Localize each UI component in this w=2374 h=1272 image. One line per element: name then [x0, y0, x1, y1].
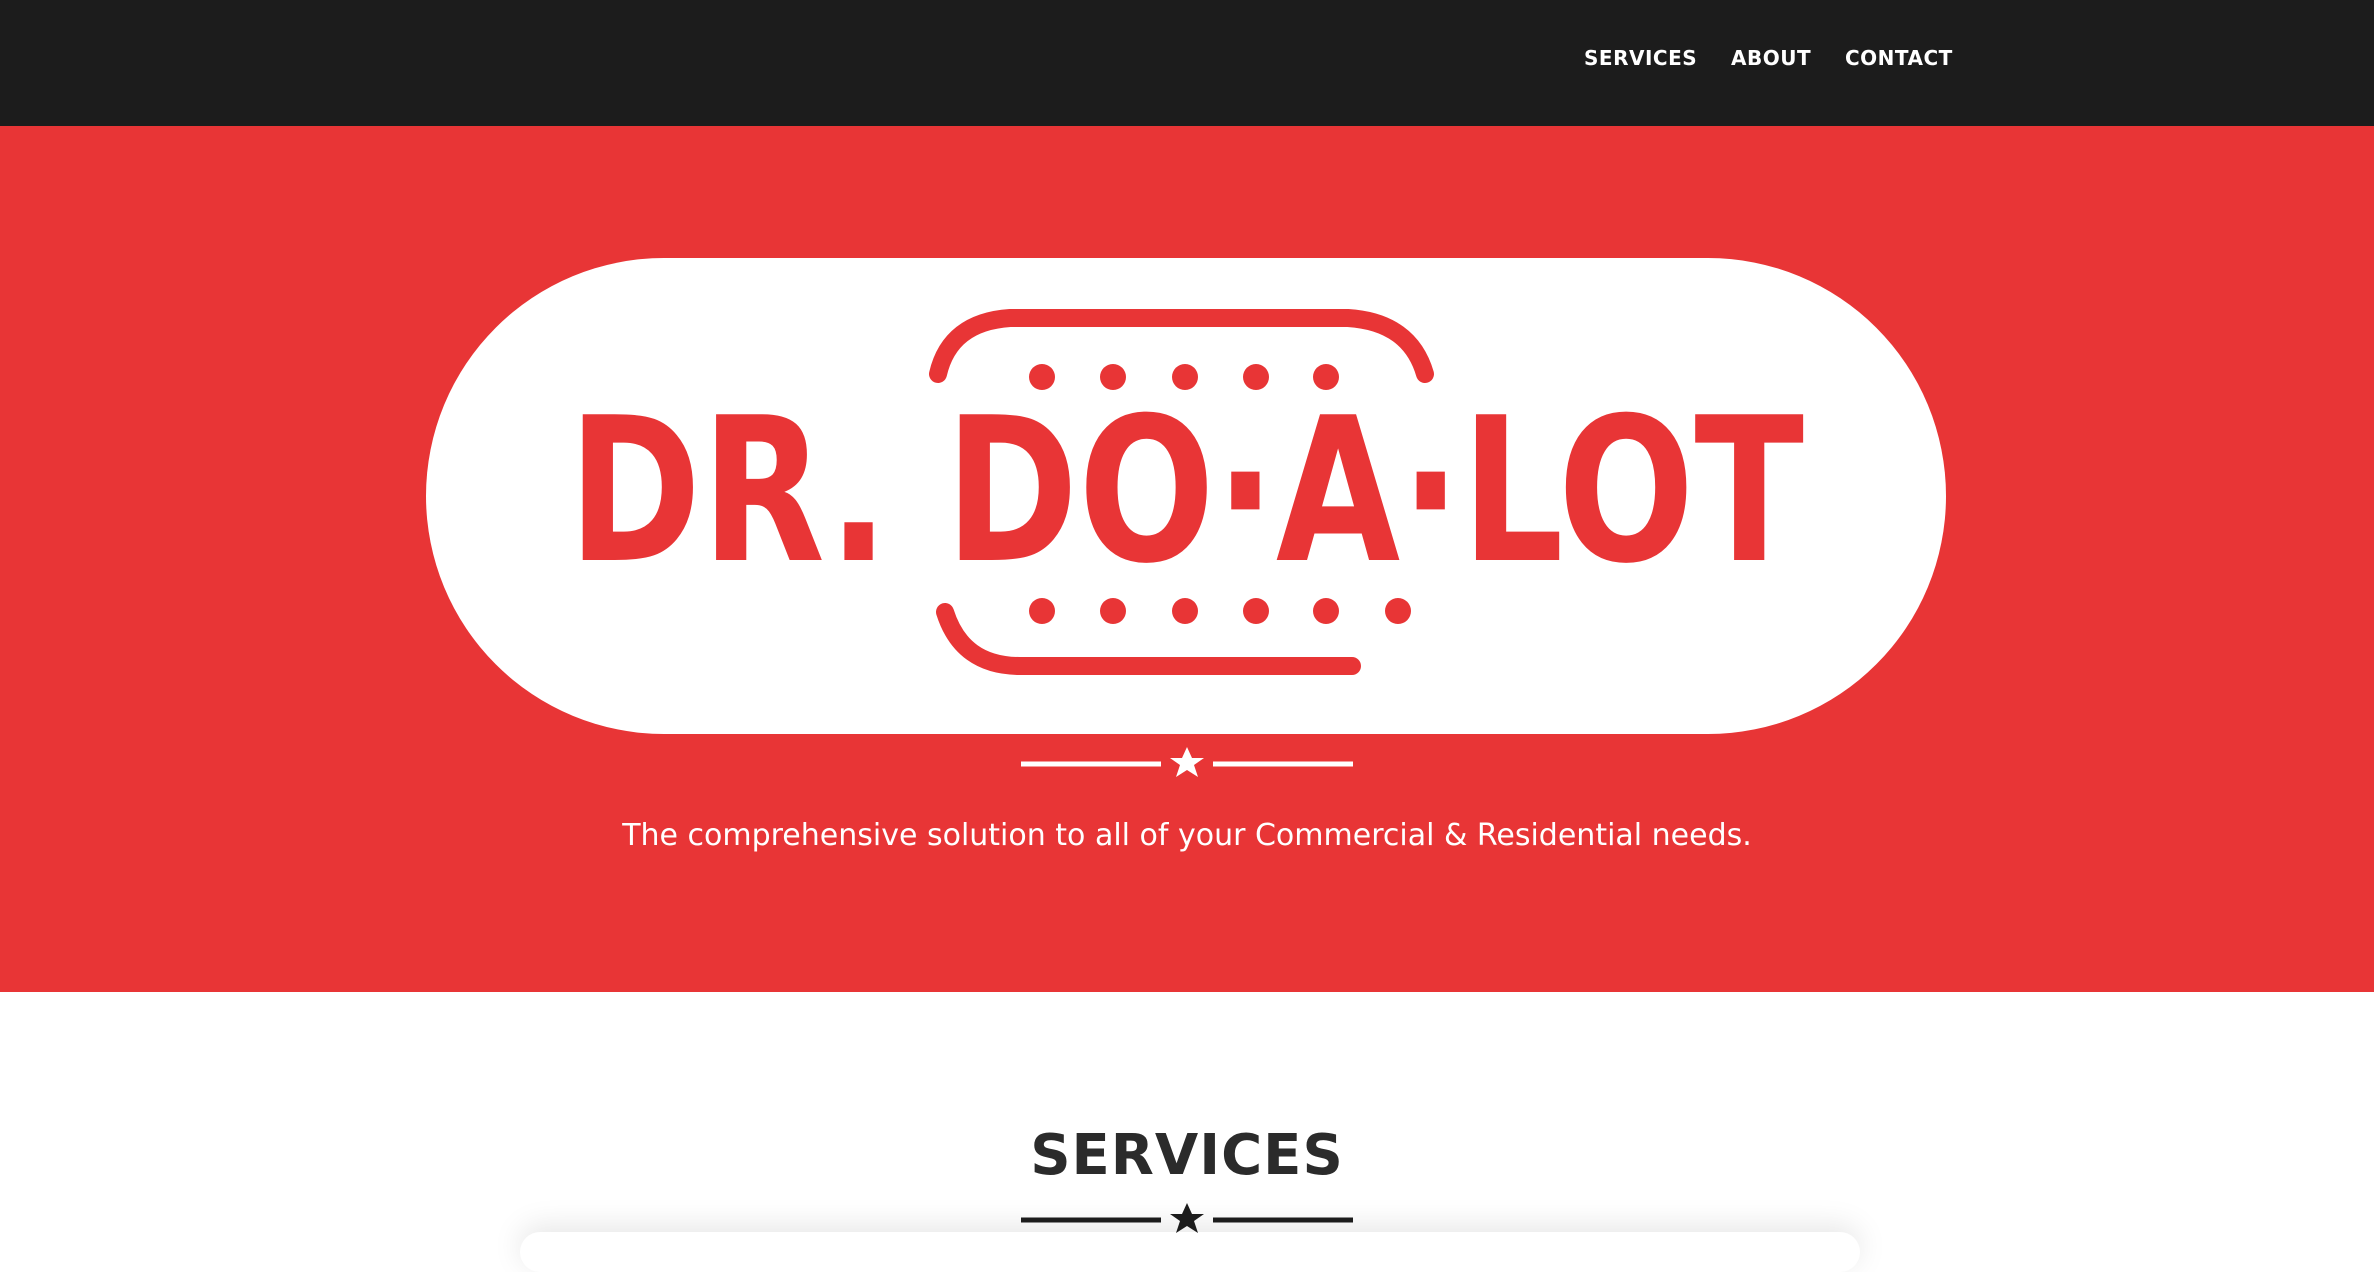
hero-section: DR. DO·A·LOT The comprehensive solution …	[0, 126, 2374, 992]
brand-logo: DR. DO·A·LOT	[426, 258, 1946, 734]
hero-tagline: The comprehensive solution to all of you…	[622, 818, 1752, 853]
services-heading: SERVICES	[1030, 1123, 1344, 1188]
services-divider	[1021, 1203, 1353, 1233]
hero-divider	[1021, 747, 1353, 777]
star-icon	[1170, 747, 1204, 777]
star-icon	[1170, 1203, 1204, 1233]
top-navbar: SERVICES ABOUT CONTACT	[0, 0, 2374, 126]
nav-link-services[interactable]: SERVICES	[1584, 46, 1697, 70]
logo-wordmark: DR. DO·A·LOT	[568, 375, 1804, 608]
nav-link-about[interactable]: ABOUT	[1731, 46, 1811, 70]
nav-link-contact[interactable]: CONTACT	[1845, 46, 1953, 70]
